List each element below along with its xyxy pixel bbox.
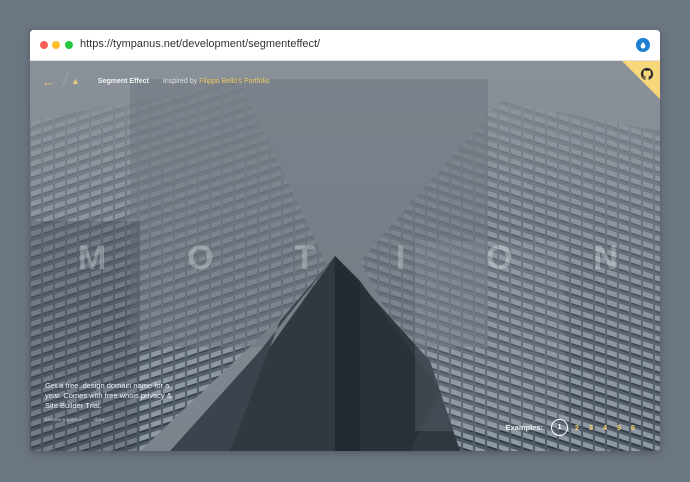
examples-nav: Examples: 1 2 3 4 5 6 bbox=[505, 419, 640, 436]
hero-word: M O T I O N bbox=[78, 239, 618, 278]
become-sponsor-link[interactable]: become a sponsor bbox=[45, 417, 82, 422]
site-header: ← ▲ Segment Effect Inspired by Filippo B… bbox=[42, 72, 270, 90]
inspired-by: Inspired by Filippo Bello's Portfolio bbox=[163, 78, 270, 85]
inspired-link[interactable]: Filippo Bello's Portfolio bbox=[199, 78, 270, 85]
close-ad-link[interactable]: close bbox=[94, 417, 105, 422]
example-link-1[interactable]: 1 bbox=[551, 419, 568, 436]
close-window-button[interactable] bbox=[40, 41, 48, 49]
examples-label: Examples: bbox=[505, 423, 543, 432]
header-divider bbox=[60, 72, 69, 90]
github-octocat-icon[interactable] bbox=[640, 67, 654, 81]
browser-window: https://tympanus.net/development/segment… bbox=[30, 30, 660, 451]
ad-links: become a sponsor close bbox=[45, 417, 175, 422]
example-link-4[interactable]: 4 bbox=[598, 423, 612, 432]
hero-letter: N bbox=[593, 239, 618, 277]
hero-letter: O bbox=[486, 239, 513, 277]
hero-letter: O bbox=[187, 239, 214, 277]
example-link-2[interactable]: 2 bbox=[570, 423, 584, 432]
minimize-window-button[interactable] bbox=[52, 41, 60, 49]
browser-titlebar: https://tympanus.net/development/segment… bbox=[30, 30, 660, 61]
address-bar[interactable]: https://tympanus.net/development/segment… bbox=[80, 38, 320, 50]
demo-title: Segment Effect bbox=[97, 77, 149, 85]
hero-letter: T bbox=[294, 239, 316, 277]
page-viewport: ← ▲ Segment Effect Inspired by Filippo B… bbox=[30, 61, 660, 451]
arrow-left-icon[interactable]: ← bbox=[42, 74, 58, 89]
inspired-prefix: Inspired by bbox=[162, 77, 200, 85]
sponsor-ad[interactable]: Get a free .design domain name for a yea… bbox=[45, 381, 175, 422]
hero-letter: M bbox=[78, 239, 107, 277]
ad-text[interactable]: Get a free .design domain name for a yea… bbox=[45, 381, 175, 411]
droplet-icon[interactable]: ▲ bbox=[71, 76, 80, 86]
example-link-6[interactable]: 6 bbox=[626, 423, 640, 432]
maximize-window-button[interactable] bbox=[65, 41, 73, 49]
hero-letter: I bbox=[395, 239, 406, 277]
example-link-3[interactable]: 3 bbox=[584, 423, 598, 432]
droplet-icon[interactable] bbox=[636, 38, 650, 52]
example-link-5[interactable]: 5 bbox=[612, 423, 626, 432]
